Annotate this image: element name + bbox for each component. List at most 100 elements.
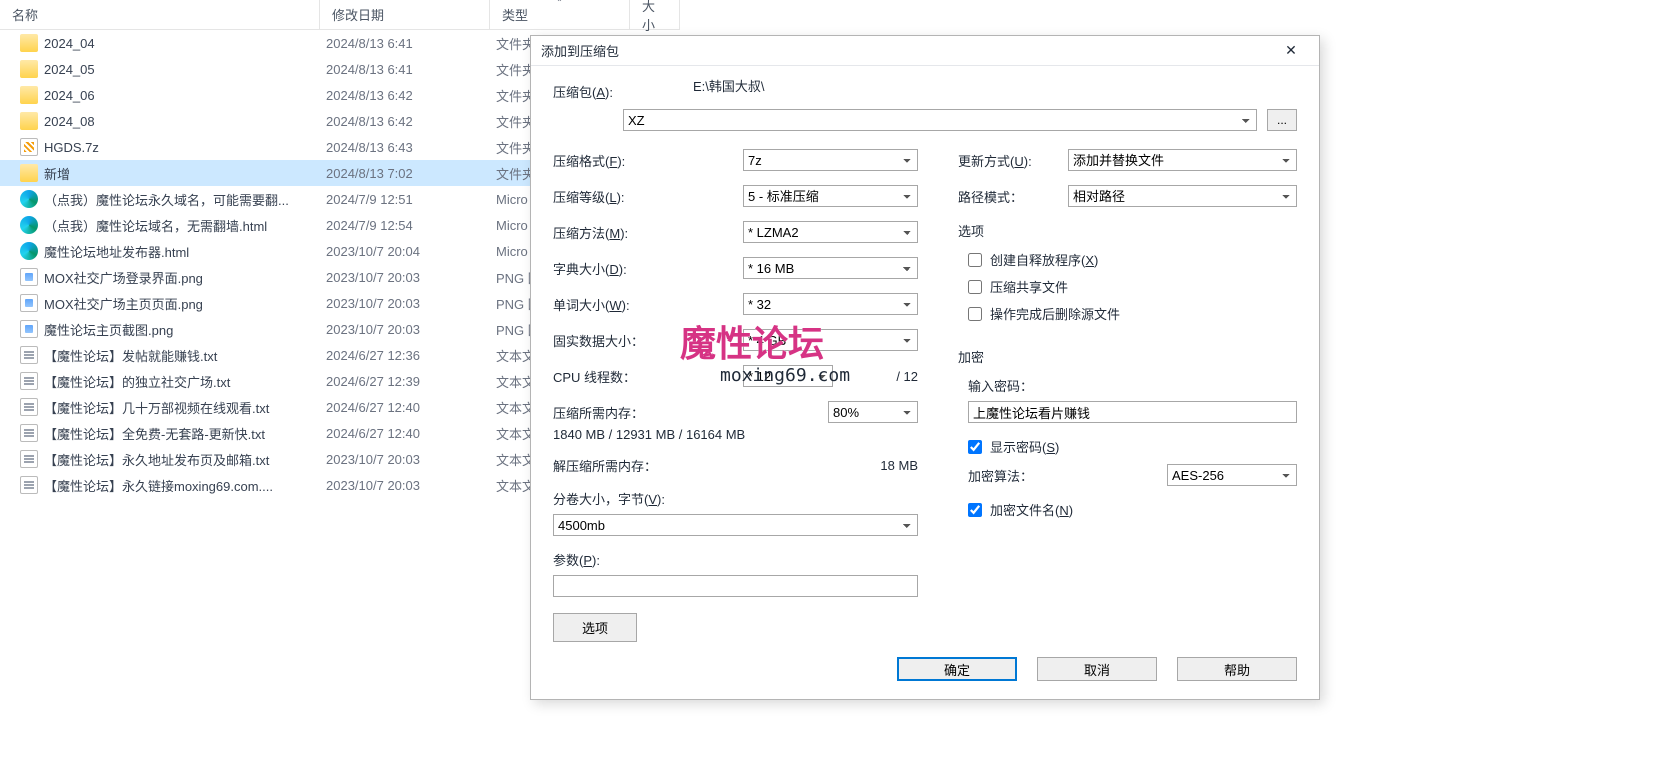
file-name: （点我）魔性论坛永久域名，可能需要翻... — [44, 190, 289, 209]
format-select[interactable]: 7z — [743, 149, 918, 171]
file-date: 2024/7/9 12:51 — [320, 192, 490, 207]
file-date: 2024/8/13 6:41 — [320, 62, 490, 77]
file-name: 2024_06 — [44, 88, 95, 103]
delete-checkbox[interactable] — [968, 307, 982, 321]
path-mode-label: 路径模式： — [958, 187, 1068, 206]
png-icon — [20, 294, 38, 312]
password-label: 输入密码： — [968, 376, 1297, 395]
params-input[interactable] — [553, 575, 918, 597]
dict-select[interactable]: * 16 MB — [743, 257, 918, 279]
col-header-type[interactable]: ⌃ 类型 — [490, 0, 630, 29]
path-mode-select[interactable]: 相对路径 — [1068, 185, 1297, 207]
edge-icon — [20, 242, 38, 260]
options-heading: 选项 — [958, 221, 1297, 240]
ok-button[interactable]: 确定 — [897, 657, 1017, 681]
threads-select[interactable]: * 12 — [743, 365, 833, 387]
folder-icon — [20, 112, 38, 130]
file-date: 2023/10/7 20:03 — [320, 322, 490, 337]
enc-method-select[interactable]: AES-256 — [1167, 464, 1297, 486]
file-date: 2023/10/7 20:03 — [320, 478, 490, 493]
file-date: 2024/8/13 6:43 — [320, 140, 490, 155]
file-name: （点我）魔性论坛域名，无需翻墙.html — [44, 216, 267, 235]
solid-label: 固实数据大小： — [553, 331, 743, 350]
txt-icon — [20, 476, 38, 494]
encrypt-names-row[interactable]: 加密文件名(N) — [968, 500, 1297, 519]
help-button[interactable]: 帮助 — [1177, 657, 1297, 681]
shared-checkbox[interactable] — [968, 280, 982, 294]
mem-comp-label: 压缩所需内存： — [553, 403, 743, 422]
mem-pct-select[interactable]: 80% — [828, 401, 918, 423]
folder-icon — [20, 164, 38, 182]
col-header-date[interactable]: 修改日期 — [320, 0, 490, 29]
archive-name-select[interactable]: XZ — [623, 109, 1257, 131]
mem-comp-value: 1840 MB / 12931 MB / 16164 MB — [553, 427, 918, 442]
file-date: 2024/8/13 6:42 — [320, 114, 490, 129]
txt-icon — [20, 346, 38, 364]
file-name: 魔性论坛地址发布器.html — [44, 242, 189, 261]
column-headers: 名称 修改日期 ⌃ 类型 大小 — [0, 0, 680, 30]
file-date: 2023/10/7 20:04 — [320, 244, 490, 259]
file-date: 2023/10/7 20:03 — [320, 296, 490, 311]
file-name: 【魔性论坛】发帖就能赚钱.txt — [44, 346, 217, 365]
word-select[interactable]: * 32 — [743, 293, 918, 315]
show-password-row[interactable]: 显示密码(S) — [968, 437, 1297, 456]
col-header-name[interactable]: 名称 — [0, 0, 320, 29]
col-header-size[interactable]: 大小 — [630, 0, 680, 29]
update-label: 更新方式(U): — [958, 151, 1068, 170]
file-name: 2024_05 — [44, 62, 95, 77]
folder-icon — [20, 86, 38, 104]
file-name: MOX社交广场主页页面.png — [44, 294, 203, 313]
txt-icon — [20, 450, 38, 468]
file-date: 2023/10/7 20:03 — [320, 452, 490, 467]
file-name: 2024_04 — [44, 36, 95, 51]
show-password-checkbox[interactable] — [968, 440, 982, 454]
split-size-select[interactable]: 4500mb — [553, 514, 918, 536]
file-date: 2024/8/13 7:02 — [320, 166, 490, 181]
file-date: 2024/7/9 12:54 — [320, 218, 490, 233]
file-name: 【魔性论坛】的独立社交广场.txt — [44, 372, 230, 391]
file-date: 2024/6/27 12:36 — [320, 348, 490, 363]
close-icon[interactable]: ✕ — [1271, 42, 1311, 59]
folder-icon — [20, 60, 38, 78]
sfx-checkbox[interactable] — [968, 253, 982, 267]
file-date: 2024/8/13 6:42 — [320, 88, 490, 103]
method-select[interactable]: * LZMA2 — [743, 221, 918, 243]
7z-icon — [20, 138, 38, 156]
png-icon — [20, 268, 38, 286]
update-select[interactable]: 添加并替换文件 — [1068, 149, 1297, 171]
file-name: 【魔性论坛】永久地址发布页及邮箱.txt — [44, 450, 269, 469]
file-date: 2024/6/27 12:40 — [320, 426, 490, 441]
edge-icon — [20, 216, 38, 234]
file-name: 【魔性论坛】全免费-无套路-更新快.txt — [44, 424, 265, 443]
dialog-buttons: 确定 取消 帮助 — [897, 657, 1297, 681]
file-name: 【魔性论坛】永久链接moxing69.com.... — [44, 476, 273, 495]
archive-path: E:\韩国大叔\ — [693, 76, 1297, 95]
encrypt-names-checkbox[interactable] — [968, 503, 982, 517]
delete-checkbox-row[interactable]: 操作完成后删除源文件 — [968, 304, 1297, 323]
password-input[interactable] — [968, 401, 1297, 423]
txt-icon — [20, 372, 38, 390]
file-name: 2024_08 — [44, 114, 95, 129]
mem-decomp-label: 解压缩所需内存： — [553, 456, 743, 475]
png-icon — [20, 320, 38, 338]
dict-label: 字典大小(D): — [553, 259, 743, 278]
browse-button[interactable]: ... — [1267, 109, 1297, 131]
mem-decomp-value: 18 MB — [743, 458, 918, 473]
shared-checkbox-row[interactable]: 压缩共享文件 — [968, 277, 1297, 296]
options-button[interactable]: 选项 — [553, 613, 637, 642]
cancel-button[interactable]: 取消 — [1037, 657, 1157, 681]
file-date: 2024/8/13 6:41 — [320, 36, 490, 51]
threads-label: CPU 线程数： — [553, 367, 743, 386]
level-select[interactable]: 5 - 标准压缩 — [743, 185, 918, 207]
params-label: 参数(P): — [553, 550, 918, 569]
txt-icon — [20, 424, 38, 442]
edge-icon — [20, 190, 38, 208]
file-name: 【魔性论坛】几十万部视频在线观看.txt — [44, 398, 269, 417]
file-name: 魔性论坛主页截图.png — [44, 320, 173, 339]
method-label: 压缩方法(M): — [553, 223, 743, 242]
encryption-heading: 加密 — [958, 347, 1297, 366]
file-name: 新增 — [44, 164, 70, 183]
folder-icon — [20, 34, 38, 52]
solid-select[interactable]: * 4 GB — [743, 329, 918, 351]
sfx-checkbox-row[interactable]: 创建自释放程序(X) — [968, 250, 1297, 269]
